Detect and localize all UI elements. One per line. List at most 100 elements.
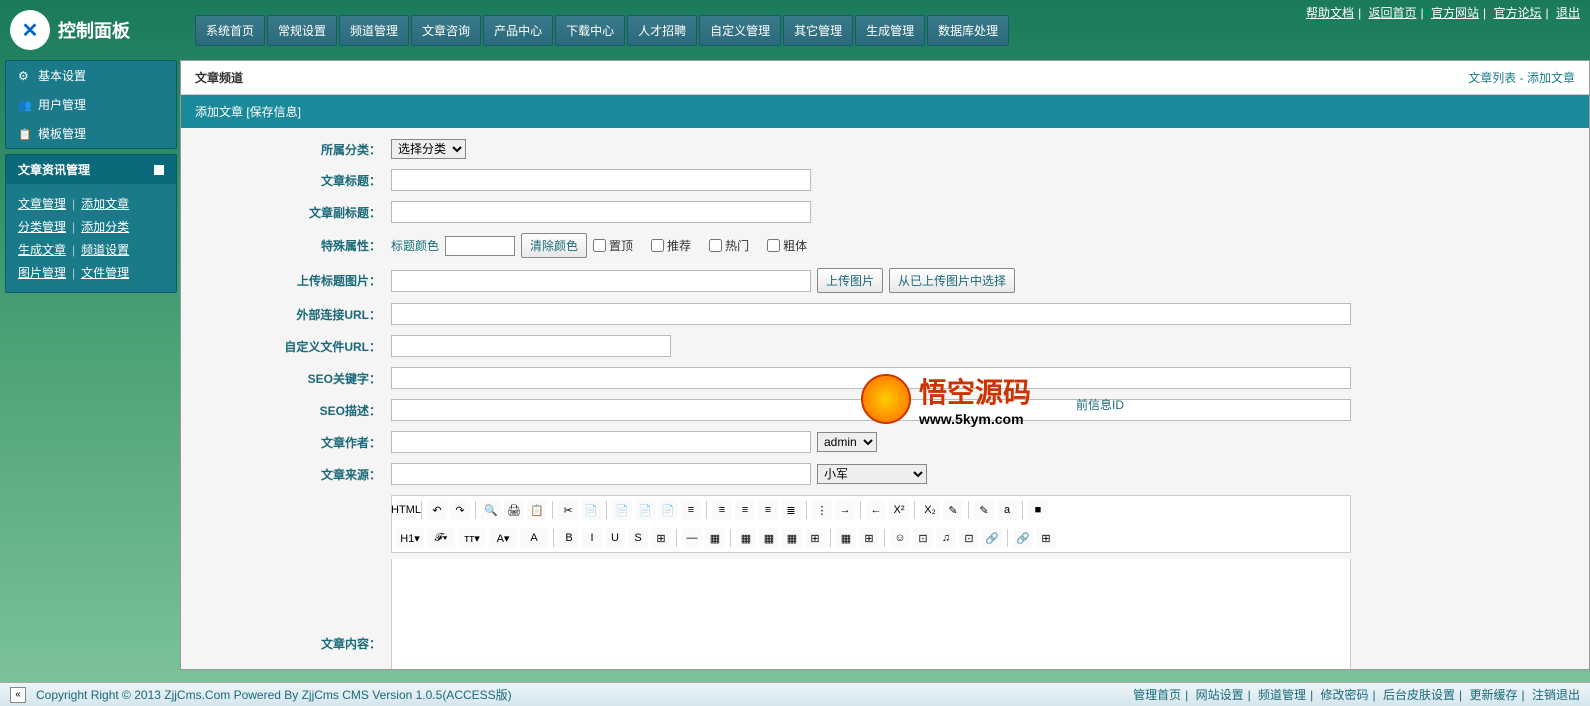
collapse-icon[interactable] bbox=[154, 165, 164, 175]
sidebar-section-header[interactable]: 文章资讯管理 bbox=[6, 155, 176, 184]
ext-url-input[interactable] bbox=[391, 303, 1351, 325]
editor-btn-r1-0[interactable]: HTML bbox=[396, 500, 416, 520]
home-link[interactable]: 返回首页 bbox=[1369, 6, 1417, 20]
editor-btn-r2-10[interactable]: — bbox=[682, 528, 702, 548]
title-input[interactable] bbox=[391, 169, 811, 191]
footer-logout[interactable]: 注销退出 bbox=[1532, 688, 1580, 702]
editor-btn-r2-12[interactable]: ▦ bbox=[736, 528, 756, 548]
link-generate-article[interactable]: 生成文章 bbox=[18, 243, 66, 257]
editor-btn-r2-24[interactable]: ⊞ bbox=[1036, 528, 1056, 548]
editor-btn-r2-1[interactable]: 𝓕▾ bbox=[427, 528, 455, 548]
author-input[interactable] bbox=[391, 431, 811, 453]
category-select[interactable]: 选择分类 bbox=[391, 139, 466, 159]
clear-color-button[interactable]: 清除颜色 bbox=[521, 233, 587, 258]
editor-btn-r1-12[interactable]: ≡ bbox=[712, 500, 732, 520]
subtitle-input[interactable] bbox=[391, 201, 811, 223]
editor-btn-r2-2[interactable]: тт▾ bbox=[458, 528, 486, 548]
editor-btn-r2-5[interactable]: B bbox=[559, 528, 579, 548]
editor-btn-r2-3[interactable]: A▾ bbox=[489, 528, 517, 548]
footer-refresh-cache[interactable]: 更新缓存 bbox=[1470, 688, 1518, 702]
editor-btn-r1-20[interactable]: X₂ bbox=[920, 500, 940, 520]
editor-btn-r2-4[interactable]: A bbox=[520, 528, 548, 548]
editor-btn-r1-9[interactable]: 📄 bbox=[635, 500, 655, 520]
editor-btn-r2-15[interactable]: ⊞ bbox=[805, 528, 825, 548]
upload-img-button[interactable]: 上传图片 bbox=[817, 268, 883, 293]
editor-btn-r1-14[interactable]: ≡ bbox=[758, 500, 778, 520]
nav-other-mgmt[interactable]: 其它管理 bbox=[783, 15, 853, 46]
editor-btn-r1-1[interactable]: ↶ bbox=[427, 500, 447, 520]
editor-btn-r1-16[interactable]: ⋮ bbox=[812, 500, 832, 520]
editor-btn-r2-11[interactable]: ▦ bbox=[705, 528, 725, 548]
source-select[interactable]: 小军 bbox=[817, 464, 927, 484]
link-article-mgmt[interactable]: 文章管理 bbox=[18, 197, 66, 211]
editor-btn-r2-19[interactable]: ⊡ bbox=[913, 528, 933, 548]
custom-url-input[interactable] bbox=[391, 335, 671, 357]
select-uploaded-button[interactable]: 从已上传图片中选择 bbox=[889, 268, 1015, 293]
editor-btn-r1-11[interactable]: ≡ bbox=[681, 500, 701, 520]
footer-change-pwd[interactable]: 修改密码 bbox=[1321, 688, 1369, 702]
check-recommend[interactable] bbox=[651, 239, 664, 252]
nav-download-center[interactable]: 下载中心 bbox=[555, 15, 625, 46]
nav-channel-mgmt[interactable]: 频道管理 bbox=[339, 15, 409, 46]
editor-btn-r1-2[interactable]: ↷ bbox=[450, 500, 470, 520]
editor-btn-r1-10[interactable]: 📄 bbox=[658, 500, 678, 520]
sidebar-basic-settings[interactable]: 基本设置 bbox=[6, 61, 176, 90]
breadcrumb-list[interactable]: 文章列表 bbox=[1468, 71, 1516, 85]
link-channel-settings[interactable]: 频道设置 bbox=[81, 243, 129, 257]
editor-btn-r2-7[interactable]: U bbox=[605, 528, 625, 548]
footer-skin-settings[interactable]: 后台皮肤设置 bbox=[1383, 688, 1455, 702]
seo-kw-input[interactable] bbox=[391, 367, 1351, 389]
editor-btn-r2-20[interactable]: ♫ bbox=[936, 528, 956, 548]
link-image-mgmt[interactable]: 图片管理 bbox=[18, 266, 66, 280]
editor-btn-r1-15[interactable]: ≣ bbox=[781, 500, 801, 520]
editor-btn-r2-14[interactable]: ▦ bbox=[782, 528, 802, 548]
editor-btn-r1-4[interactable]: 🖨 bbox=[504, 500, 524, 520]
editor-btn-r2-17[interactable]: ⊞ bbox=[859, 528, 879, 548]
editor-btn-r1-21[interactable]: ✎ bbox=[943, 500, 963, 520]
nav-generate-mgmt[interactable]: 生成管理 bbox=[855, 15, 925, 46]
link-add-article[interactable]: 添加文章 bbox=[81, 197, 129, 211]
sidebar-user-mgmt[interactable]: 用户管理 bbox=[6, 90, 176, 119]
nav-database[interactable]: 数据库处理 bbox=[927, 15, 1009, 46]
forum-link[interactable]: 官方论坛 bbox=[1494, 6, 1542, 20]
editor-btn-r1-22[interactable]: ✎ bbox=[974, 500, 994, 520]
editor-btn-r1-18[interactable]: ← bbox=[866, 500, 886, 520]
link-add-category[interactable]: 添加分类 bbox=[81, 220, 129, 234]
link-file-mgmt[interactable]: 文件管理 bbox=[81, 266, 129, 280]
sidebar-collapse-button[interactable]: « bbox=[10, 687, 26, 703]
nav-general-settings[interactable]: 常规设置 bbox=[267, 15, 337, 46]
editor-btn-r2-0[interactable]: H1▾ bbox=[396, 528, 424, 548]
editor-btn-r1-5[interactable]: 📋 bbox=[527, 500, 547, 520]
source-input[interactable] bbox=[391, 463, 811, 485]
author-select[interactable]: admin bbox=[817, 432, 877, 452]
editor-btn-r1-7[interactable]: 📄 bbox=[581, 500, 601, 520]
editor-btn-r2-9[interactable]: ⊞ bbox=[651, 528, 671, 548]
footer-channel-mgmt[interactable]: 频道管理 bbox=[1258, 688, 1306, 702]
sidebar-template-mgmt[interactable]: 模板管理 bbox=[6, 119, 176, 148]
editor-btn-r1-3[interactable]: 🔍 bbox=[481, 500, 501, 520]
editor-btn-r2-6[interactable]: I bbox=[582, 528, 602, 548]
editor-btn-r1-23[interactable]: a bbox=[997, 500, 1017, 520]
editor-btn-r1-17[interactable]: → bbox=[835, 500, 855, 520]
editor-btn-r2-8[interactable]: S bbox=[628, 528, 648, 548]
link-category-mgmt[interactable]: 分类管理 bbox=[18, 220, 66, 234]
check-hot[interactable] bbox=[709, 239, 722, 252]
help-link[interactable]: 帮助文档 bbox=[1306, 6, 1354, 20]
footer-site-settings[interactable]: 网站设置 bbox=[1196, 688, 1244, 702]
editor-btn-r2-23[interactable]: 🔗 bbox=[1013, 528, 1033, 548]
seo-desc-input[interactable] bbox=[391, 399, 1351, 421]
editor-btn-r1-8[interactable]: 📄 bbox=[612, 500, 632, 520]
editor-btn-r2-13[interactable]: ▦ bbox=[759, 528, 779, 548]
breadcrumb-add[interactable]: 添加文章 bbox=[1527, 71, 1575, 85]
official-site-link[interactable]: 官方网站 bbox=[1431, 6, 1479, 20]
check-top[interactable] bbox=[593, 239, 606, 252]
editor-btn-r2-22[interactable]: 🔗 bbox=[982, 528, 1002, 548]
editor-btn-r1-6[interactable]: ✂ bbox=[558, 500, 578, 520]
editor-body[interactable] bbox=[391, 559, 1351, 670]
editor-btn-r1-24[interactable]: ■ bbox=[1028, 500, 1048, 520]
nav-product-center[interactable]: 产品中心 bbox=[483, 15, 553, 46]
logout-link[interactable]: 退出 bbox=[1556, 6, 1580, 20]
editor-btn-r2-18[interactable]: ☺ bbox=[890, 528, 910, 548]
upload-img-input[interactable] bbox=[391, 270, 811, 292]
nav-article-consult[interactable]: 文章咨询 bbox=[411, 15, 481, 46]
